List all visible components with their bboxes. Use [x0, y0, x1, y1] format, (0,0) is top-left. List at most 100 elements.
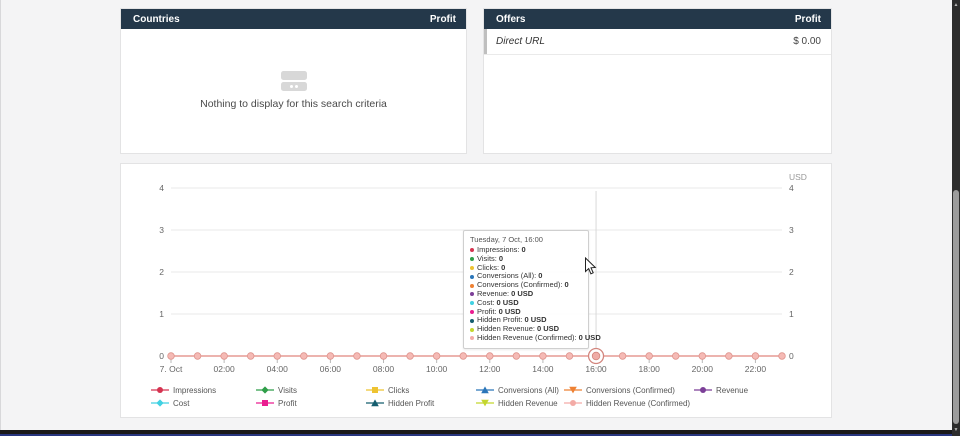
- tooltip-series-dot: [470, 310, 474, 314]
- chart-point[interactable]: [168, 353, 175, 360]
- legend-item-conversions-all[interactable]: Conversions (All): [476, 385, 564, 395]
- tooltip-series-dot: [470, 248, 474, 252]
- chart-point[interactable]: [566, 353, 573, 360]
- legend-label: Hidden Revenue: [498, 399, 558, 408]
- tooltip-series-dot: [470, 336, 474, 340]
- chart-point[interactable]: [619, 353, 626, 360]
- svg-text:4: 4: [789, 183, 794, 193]
- chart-point[interactable]: [194, 353, 201, 360]
- chart-point[interactable]: [672, 353, 679, 360]
- bottom-edge-bar: [0, 430, 952, 436]
- legend-label: Clicks: [388, 386, 409, 395]
- square-marker-icon: [256, 398, 274, 408]
- countries-panel-title: Countries: [133, 14, 180, 25]
- svg-text:06:00: 06:00: [320, 364, 342, 374]
- triangle-marker-icon: [476, 385, 494, 395]
- offer-profit-value: $ 0.00: [793, 36, 821, 47]
- scrollbar-up-icon[interactable]: ▲: [952, 1, 960, 10]
- offers-profit-column-header: Profit: [795, 14, 821, 25]
- legend-item-impressions[interactable]: Impressions: [151, 385, 256, 395]
- triangle-down-marker-icon: [564, 385, 582, 395]
- chart-point[interactable]: [380, 353, 387, 360]
- countries-empty-text: Nothing to display for this search crite…: [121, 98, 466, 110]
- legend-label: Conversions (All): [498, 386, 559, 395]
- svg-text:20:00: 20:00: [692, 364, 714, 374]
- svg-text:16:00: 16:00: [585, 364, 607, 374]
- countries-panel: Countries Profit Nothing to display for …: [120, 8, 467, 154]
- diamond-marker-icon: [151, 398, 169, 408]
- svg-text:USD: USD: [789, 172, 807, 182]
- tooltip-row: Hidden Revenue (Confirmed):0 USD: [470, 334, 582, 343]
- legend-label: Visits: [278, 386, 297, 395]
- countries-empty-state: Nothing to display for this search crite…: [121, 71, 466, 110]
- offer-row-direct-url[interactable]: Direct URL $ 0.00: [484, 29, 831, 55]
- chart-point[interactable]: [540, 353, 547, 360]
- legend-item-hidden-revenue-confirmed[interactable]: Hidden Revenue (Confirmed): [564, 398, 694, 408]
- svg-text:4: 4: [159, 183, 164, 193]
- legend-item-clicks[interactable]: Clicks: [366, 385, 476, 395]
- tooltip-series-dot: [470, 284, 474, 288]
- tooltip-series-dot: [470, 328, 474, 332]
- chart-point[interactable]: [779, 353, 786, 360]
- chart-point[interactable]: [327, 353, 334, 360]
- scrollbar-thumb[interactable]: [953, 190, 959, 424]
- legend-item-hidden-profit[interactable]: Hidden Profit: [366, 398, 476, 408]
- tooltip-metric-value: 0 USD: [579, 334, 601, 343]
- tooltip-series-dot: [470, 266, 474, 270]
- diamond-marker-icon: [256, 385, 274, 395]
- circle-marker-icon: [564, 398, 582, 408]
- svg-text:1: 1: [159, 309, 164, 319]
- chart-point[interactable]: [433, 353, 440, 360]
- tooltip-title: Tuesday, 7 Oct, 16:00: [470, 235, 582, 244]
- legend-item-cost[interactable]: Cost: [151, 398, 256, 408]
- scrollbar-down-icon[interactable]: ▼: [952, 426, 960, 435]
- legend-item-conversions-confirmed[interactable]: Conversions (Confirmed): [564, 385, 694, 395]
- legend-item-revenue[interactable]: Revenue: [694, 385, 748, 395]
- svg-text:2: 2: [789, 267, 794, 277]
- svg-text:12:00: 12:00: [479, 364, 501, 374]
- page-scrollbar[interactable]: ▲ ▼: [952, 0, 960, 436]
- svg-text:04:00: 04:00: [267, 364, 289, 374]
- chart-legend: Impressions Visits Clicks Conversions (All)…: [151, 385, 748, 408]
- chart-point[interactable]: [407, 353, 414, 360]
- chart-point[interactable]: [486, 353, 493, 360]
- legend-label: Cost: [173, 399, 189, 408]
- legend-label: Hidden Revenue (Confirmed): [586, 399, 690, 408]
- tooltip-series-dot: [470, 301, 474, 305]
- legend-item-profit[interactable]: Profit: [256, 398, 366, 408]
- svg-text:18:00: 18:00: [639, 364, 661, 374]
- tooltip-series-dot: [470, 319, 474, 323]
- svg-text:0: 0: [159, 351, 164, 361]
- svg-text:0: 0: [789, 351, 794, 361]
- legend-label: Hidden Profit: [388, 399, 434, 408]
- svg-text:10:00: 10:00: [426, 364, 448, 374]
- tooltip-metric-value: 0: [564, 281, 568, 290]
- svg-text:3: 3: [789, 225, 794, 235]
- svg-text:22:00: 22:00: [745, 364, 767, 374]
- chart-point[interactable]: [646, 353, 653, 360]
- chart-point[interactable]: [274, 353, 281, 360]
- svg-text:02:00: 02:00: [213, 364, 235, 374]
- chart-point[interactable]: [726, 353, 733, 360]
- chart-point[interactable]: [221, 353, 228, 360]
- svg-text:2: 2: [159, 267, 164, 277]
- offers-panel-header: Offers Profit: [484, 9, 831, 29]
- svg-text:7. Oct: 7. Oct: [160, 364, 183, 374]
- chart-point[interactable]: [513, 353, 520, 360]
- tooltip-series-dot: [470, 257, 474, 261]
- chart-point[interactable]: [247, 353, 254, 360]
- chart-point[interactable]: [354, 353, 361, 360]
- triangle-marker-icon: [366, 398, 384, 408]
- legend-label: Conversions (Confirmed): [586, 386, 675, 395]
- chart-point[interactable]: [460, 353, 467, 360]
- chart-point[interactable]: [752, 353, 759, 360]
- triangle-down-marker-icon: [476, 398, 494, 408]
- legend-item-visits[interactable]: Visits: [256, 385, 366, 395]
- countries-panel-header: Countries Profit: [121, 9, 466, 29]
- legend-item-hidden-revenue[interactable]: Hidden Revenue: [476, 398, 564, 408]
- svg-text:08:00: 08:00: [373, 364, 395, 374]
- no-data-icon: [281, 71, 307, 91]
- chart-point[interactable]: [699, 353, 706, 360]
- legend-label: Impressions: [173, 386, 216, 395]
- chart-point[interactable]: [301, 353, 308, 360]
